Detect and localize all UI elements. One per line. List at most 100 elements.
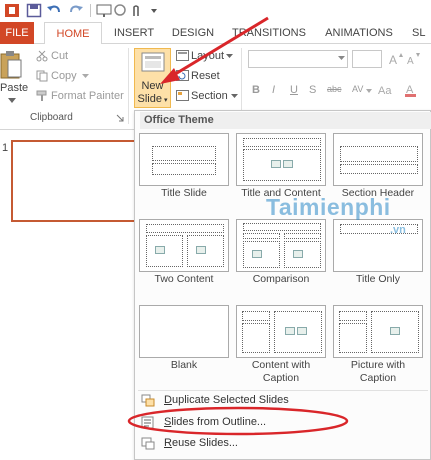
tab-animations[interactable]: ANIMATIONS [322,22,396,44]
layout-caption-picture-with-caption: Picture with Caption [328,359,428,385]
layout-section-header[interactable] [333,133,423,186]
layout-title-only[interactable] [333,219,423,272]
copy-icon [36,70,48,82]
slides-from-outline-icon [141,416,154,429]
layout-comparison[interactable] [236,219,326,272]
layout-title-and-content[interactable] [236,133,326,186]
tab-slideshow[interactable]: SL [412,22,431,44]
menu-separator [138,390,428,391]
layout-two-content[interactable] [139,219,229,272]
caption-title-placeholder [339,311,367,321]
strikethrough-button[interactable]: S [309,84,316,96]
layout-caption-two-content: Two Content [154,273,214,285]
italic-button[interactable]: I [272,84,275,96]
new-slide-label-line2: Slide ▾ [134,93,171,107]
caption-line: Content with [251,359,311,371]
touch-mode-icon[interactable] [128,3,144,18]
layout-dropdown-icon[interactable] [226,54,233,59]
layout-picture-with-caption[interactable] [333,305,423,358]
bold-button[interactable]: B [252,84,260,96]
content-icons [155,246,165,254]
outline-label: lides from Outline... [171,416,267,428]
toolbar-separator [90,4,91,17]
layout-content-with-caption[interactable] [236,305,326,358]
tab-design[interactable]: DESIGN [168,22,218,44]
svg-text:Aa: Aa [378,85,392,96]
change-case-icon[interactable]: Aa [378,82,396,96]
paste-button[interactable]: Paste [0,82,28,94]
duplicate-selected-slides-item[interactable]: Duplicate Selected Slides [164,394,289,406]
right-heading-placeholder [284,233,321,239]
slide-thumbnail[interactable] [11,140,141,222]
slideshow-icon[interactable] [96,3,112,18]
new-slide-label: New Slide ▾ [134,80,171,107]
font-color-icon[interactable]: A [404,82,422,98]
character-spacing-button[interactable]: AV [352,84,363,94]
section-button[interactable]: Section [191,90,228,102]
cut-button[interactable]: Cut [51,50,68,62]
group-divider [128,48,129,124]
tab-file[interactable]: FILE [0,22,34,44]
watermark-suffix: .vn [390,224,406,236]
caption-text-placeholder [339,323,367,353]
quick-access-toolbar [0,0,431,22]
paste-icon[interactable] [0,50,22,80]
content-placeholder [243,149,321,181]
slide-number: 1 [2,142,9,154]
decrease-font-icon[interactable]: A [406,52,422,66]
title-placeholder [340,224,418,234]
tab-insert[interactable]: INSERT [110,22,158,44]
layout-button[interactable]: Layout [191,50,224,62]
shadow-button[interactable]: abc [327,84,342,94]
picture-icon [390,327,400,335]
tab-home[interactable]: HOME [44,22,102,45]
font-name-dropdown-icon[interactable] [338,56,345,61]
increase-font-icon[interactable]: A [388,52,404,66]
reset-button[interactable]: Reset [191,70,220,82]
new-slide-dropdown-icon: ▾ [162,97,168,104]
slides-from-outline-item[interactable]: Slides from Outline... [164,416,266,428]
layout-title-slide[interactable] [139,133,229,186]
font-name-field[interactable] [248,50,348,68]
caption-title-placeholder [242,311,270,321]
reset-icon [176,70,189,81]
caption-line: Caption [262,372,300,384]
title-placeholder [243,138,321,147]
title-placeholder [340,146,418,162]
content-icons [293,250,303,258]
reuse-slides-item[interactable]: Reuse Slides... [164,437,238,449]
redo-icon[interactable] [68,3,84,18]
reuse-slides-icon [141,437,155,450]
paste-dropdown-icon[interactable] [8,98,16,104]
layout-icon [176,50,189,61]
font-size-field[interactable] [352,50,382,68]
section-dropdown-icon[interactable] [231,94,238,99]
copy-button[interactable]: Copy [51,70,77,82]
tab-transitions[interactable]: TRANSITIONS [230,22,308,44]
new-slide-icon [141,52,165,72]
format-painter-icon [36,90,47,101]
layout-caption-comparison: Comparison [252,273,310,285]
watermark-logo: Taimienphi [266,194,391,221]
watermark-text: Taimienphi [266,194,391,220]
dropdown-icon[interactable] [146,3,162,18]
clipboard-launcher-icon[interactable] [116,114,124,122]
save-icon[interactable] [26,3,42,18]
layout-caption-content-with-caption: Content with Caption [231,359,331,385]
undo-icon[interactable] [46,3,62,18]
underline-button[interactable]: U [290,84,298,96]
customize-icon[interactable] [112,3,128,18]
scissors-icon [36,50,48,62]
content-icons [283,160,293,168]
layout-blank[interactable] [139,305,229,358]
copy-dropdown-icon[interactable] [82,74,89,79]
text-placeholder [340,164,418,174]
content-icons [196,246,206,254]
powerpoint-icon [5,4,19,17]
subtitle-placeholder [152,163,216,175]
spacing-dropdown-icon[interactable] [366,89,372,93]
title-placeholder [152,146,216,161]
clipboard-group-label: Clipboard [30,112,73,123]
format-painter-button[interactable]: Format Painter [51,90,124,102]
content-icons [285,327,295,335]
